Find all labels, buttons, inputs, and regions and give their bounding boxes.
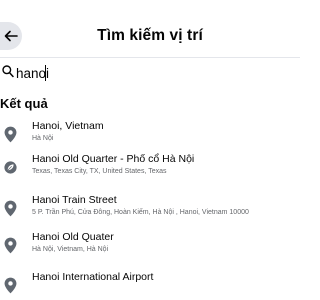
result-subtitle: Texas, Texas City, TX, United States, Te… <box>32 168 167 175</box>
result-name: Hanoi, Vietnam <box>32 120 104 132</box>
search-input[interactable] <box>16 63 216 83</box>
location-pin-icon <box>4 200 17 217</box>
location-pin-icon <box>4 277 17 294</box>
result-subtitle: 5 P. Trần Phú, Cửa Đông, Hoàn Kiếm, Hà N… <box>32 209 249 216</box>
location-pin-icon <box>4 237 17 254</box>
location-pin-icon <box>4 126 17 143</box>
search-icon <box>2 65 14 78</box>
leaf-icon <box>4 161 17 174</box>
text-cursor <box>45 65 46 81</box>
page-title: Tìm kiếm vị trí <box>97 27 203 44</box>
result-item-hanoi-international-airport[interactable]: Hanoi International Airport <box>0 271 300 300</box>
result-name: Hanoi Old Quater <box>32 231 114 243</box>
result-name: Hanoi Train Street <box>32 194 117 206</box>
result-item-hanoi-old-quater[interactable]: Hanoi Old Quater Hà Nội, Vietnam, Hà Nội <box>0 231 300 265</box>
result-name: Hanoi International Airport <box>32 271 154 283</box>
header-bar: Tìm kiếm vị trí <box>0 0 300 58</box>
result-subtitle: Hà Nội, Vietnam, Hà Nội <box>32 246 109 253</box>
result-item-hanoi-train-street[interactable]: Hanoi Train Street 5 P. Trần Phú, Cửa Đô… <box>0 194 300 228</box>
result-item-hanoi-old-quarter[interactable]: Hanoi Old Quarter - Phố cổ Hà Nội Texas,… <box>0 153 300 187</box>
results-heading: Kết quả <box>0 96 48 111</box>
result-name: Hanoi Old Quarter - Phố cổ Hà Nội <box>32 153 195 165</box>
result-subtitle: Hà Nội <box>32 135 54 142</box>
result-item-hanoi-vietnam[interactable]: Hanoi, Vietnam Hà Nội <box>0 120 300 154</box>
